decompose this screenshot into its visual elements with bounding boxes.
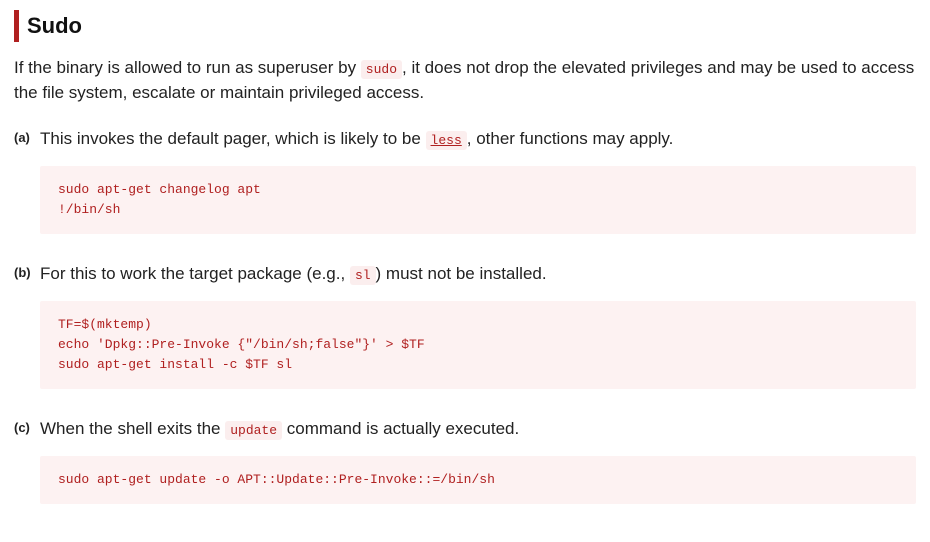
step-c-description: When the shell exits the update command … (40, 417, 916, 442)
section-title: Sudo (14, 10, 916, 42)
step-c-text-post: command is actually executed. (282, 419, 519, 438)
steps-list: (a) This invokes the default pager, whic… (14, 127, 916, 504)
step-b-text-pre: For this to work the target package (e.g… (40, 264, 350, 283)
step-b: (b) For this to work the target package … (40, 262, 916, 389)
step-marker-a: (a) (14, 129, 30, 148)
step-c-text-pre: When the shell exits the (40, 419, 225, 438)
sl-inline-code: sl (350, 266, 376, 285)
step-marker-b: (b) (14, 264, 31, 283)
update-inline-code: update (225, 421, 282, 440)
step-c-codeblock[interactable]: sudo apt-get update -o APT::Update::Pre-… (40, 456, 916, 504)
step-a-text-pre: This invokes the default pager, which is… (40, 129, 426, 148)
step-a-codeblock[interactable]: sudo apt-get changelog apt !/bin/sh (40, 166, 916, 234)
step-b-description: For this to work the target package (e.g… (40, 262, 916, 287)
less-link[interactable]: less (426, 131, 467, 150)
step-c: (c) When the shell exits the update comm… (40, 417, 916, 504)
step-a: (a) This invokes the default pager, whic… (40, 127, 916, 234)
step-a-description: This invokes the default pager, which is… (40, 127, 916, 152)
section-intro: If the binary is allowed to run as super… (14, 56, 916, 105)
step-marker-c: (c) (14, 419, 30, 438)
step-a-text-post: , other functions may apply. (467, 129, 674, 148)
step-b-text-post: ) must not be installed. (376, 264, 547, 283)
intro-text-pre: If the binary is allowed to run as super… (14, 58, 361, 77)
sudo-inline-code: sudo (361, 60, 402, 79)
step-b-codeblock[interactable]: TF=$(mktemp) echo 'Dpkg::Pre-Invoke {"/b… (40, 301, 916, 389)
